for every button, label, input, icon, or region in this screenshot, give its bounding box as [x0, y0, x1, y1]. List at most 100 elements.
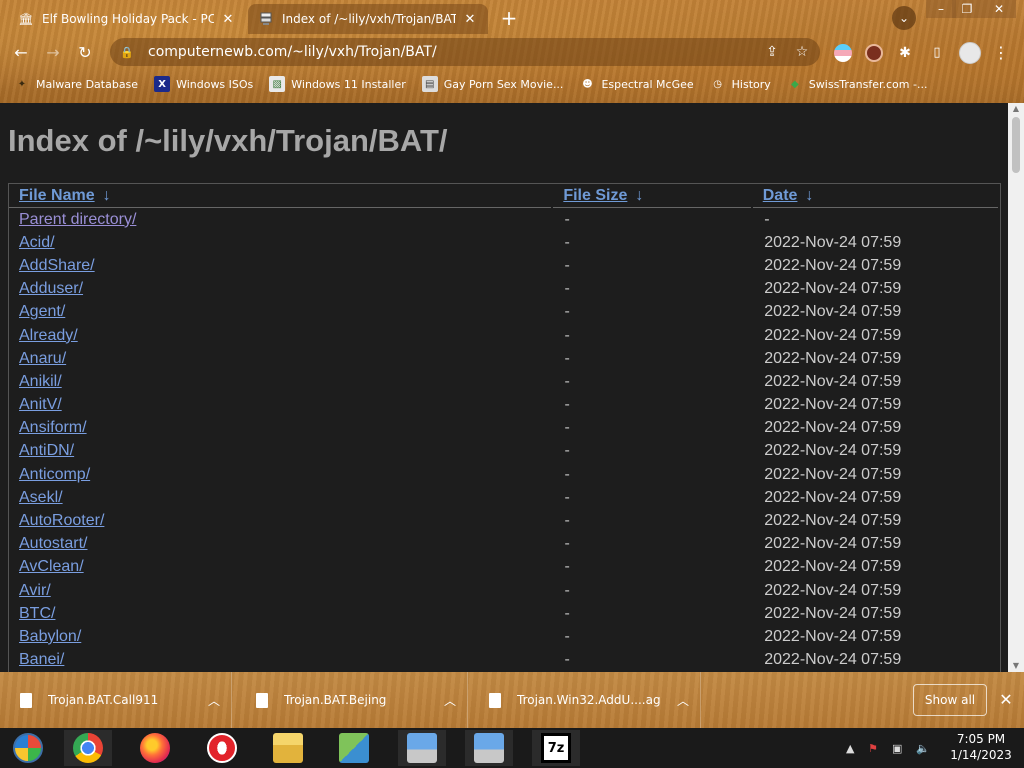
bookmark-windows-isos[interactable]: X Windows ISOs [154, 76, 253, 92]
column-header-file-name[interactable]: File Name ↓ [9, 184, 552, 208]
download-item[interactable]: Trojan.BAT.Bejing ︿ [236, 672, 468, 728]
system-clock[interactable]: 7:05 PM 1/14/2023 [942, 731, 1020, 763]
directory-link[interactable]: Anikil/ [9, 373, 552, 391]
directory-link[interactable]: Anticomp/ [9, 466, 552, 484]
directory-link[interactable]: Acid/ [9, 234, 552, 252]
download-filename[interactable]: Trojan.Win32.AddU....ag [517, 693, 666, 707]
file-size-cell: - [564, 604, 570, 622]
directory-link[interactable]: AntiDN/ [9, 442, 552, 460]
extension-avatar-icon[interactable] [865, 44, 883, 62]
directory-link[interactable]: AnitV/ [9, 396, 552, 414]
start-button[interactable] [4, 730, 52, 766]
taskbar-chrome[interactable] [64, 730, 112, 766]
directory-link[interactable]: Agent/ [9, 303, 552, 321]
download-filename[interactable]: Trojan.BAT.Bejing [284, 693, 433, 707]
bookmark-gay-porn-sex-movie[interactable]: ▤ Gay Porn Sex Movie... [421, 76, 563, 92]
bookmark-malware-database[interactable]: ✦ Malware Database [14, 76, 138, 92]
chevron-up-icon[interactable]: ︿ [433, 692, 467, 709]
taskbar-firefox[interactable] [131, 730, 179, 766]
sort-arrow-icon[interactable]: ↓ [103, 184, 111, 207]
download-item[interactable]: Trojan.BAT.Call911 ︿ [0, 672, 232, 728]
table-row: Already/- 2022-Nov-24 07:59 [9, 324, 1000, 347]
download-item[interactable]: Trojan.Win32.AddU....ag ︿ [469, 672, 701, 728]
scroll-up-icon[interactable]: ▲ [1008, 103, 1024, 115]
show-all-button[interactable]: Show all [913, 684, 987, 716]
scrollbar-thumb[interactable] [1012, 117, 1020, 173]
firefox-icon [140, 733, 170, 763]
tab-elf-bowling[interactable]: 🏛 Elf Bowling Holiday Pack - PC gam ✕ [8, 4, 246, 34]
side-panel-icon[interactable]: ▯ [926, 42, 948, 64]
directory-link[interactable]: AddShare/ [9, 257, 552, 275]
extensions-puzzle-icon[interactable]: ✱ [894, 42, 916, 64]
column-header-date[interactable]: Date ↓ [752, 184, 998, 208]
tab-index-of[interactable]: Index of /~lily/vxh/Trojan/BAT/ ✕ [248, 4, 488, 34]
taskbar-installer-1[interactable] [398, 730, 446, 766]
back-button[interactable]: ← [10, 42, 32, 64]
taskbar-file-explorer[interactable] [264, 730, 312, 766]
table-header: File Name ↓ File Size ↓ Date ↓ [9, 184, 1000, 208]
directory-link[interactable]: AutoRooter/ [9, 512, 552, 530]
date-cell: 2022-Nov-24 07:59 [764, 512, 902, 530]
bookmark-swisstransfer[interactable]: ◆ SwissTransfer.com -... [787, 76, 928, 92]
directory-link[interactable]: Asekl/ [9, 489, 552, 507]
action-center-flag-icon[interactable]: ⚑ [868, 728, 878, 768]
malware-icon: ✦ [17, 78, 27, 90]
vertical-scrollbar[interactable]: ▲ ▼ [1008, 103, 1024, 672]
chevron-up-icon[interactable]: ︿ [197, 692, 231, 709]
directory-link[interactable]: Babylon/ [9, 628, 552, 646]
directory-link[interactable]: Anaru/ [9, 350, 552, 368]
taskbar-7zip[interactable]: 7z [532, 730, 580, 766]
close-window-button[interactable]: ✕ [982, 0, 1016, 18]
date-cell: 2022-Nov-24 07:59 [764, 280, 902, 298]
directory-link[interactable]: AvClean/ [9, 558, 552, 576]
volume-icon[interactable]: 🔈 [916, 728, 930, 768]
date-cell: - [764, 210, 770, 228]
column-header-file-size[interactable]: File Size ↓ [553, 184, 751, 208]
scroll-down-icon[interactable]: ▼ [1008, 660, 1024, 672]
date-cell: 2022-Nov-24 07:59 [764, 349, 902, 367]
bookmark-history[interactable]: ◷ History [710, 76, 771, 92]
sort-arrow-icon[interactable]: ↓ [805, 184, 813, 207]
bookmark-star-icon[interactable]: ☆ [790, 44, 814, 60]
table-row: Anaru/- 2022-Nov-24 07:59 [9, 347, 1000, 370]
tab-search-button[interactable]: ⌄ [892, 6, 916, 30]
sort-arrow-icon[interactable]: ↓ [635, 184, 643, 207]
directory-link[interactable]: Adduser/ [9, 280, 552, 298]
table-row: Adduser/- 2022-Nov-24 07:59 [9, 278, 1000, 301]
reload-button[interactable]: ↻ [74, 42, 96, 64]
address-bar[interactable]: 🔒 computernewb.com/~lily/vxh/Trojan/BAT/… [110, 38, 820, 66]
new-tab-button[interactable]: + [498, 8, 520, 30]
page-content: Index of /~lily/vxh/Trojan/BAT/ File Nam… [0, 103, 1008, 672]
date-cell: 2022-Nov-24 07:59 [764, 233, 902, 251]
profile-avatar-icon[interactable] [959, 42, 981, 64]
tab-close-icon[interactable]: ✕ [220, 12, 236, 27]
directory-link[interactable]: Avir/ [9, 582, 552, 600]
date-cell: 2022-Nov-24 07:59 [764, 372, 902, 390]
share-icon[interactable]: ⇪ [760, 44, 784, 60]
directory-link[interactable]: Already/ [9, 327, 552, 345]
lock-icon[interactable]: 🔒 [120, 46, 136, 59]
taskbar-opera[interactable] [198, 730, 246, 766]
maximize-button[interactable]: ❐ [952, 0, 982, 18]
forward-button[interactable]: → [42, 42, 64, 64]
directory-link[interactable]: Autostart/ [9, 535, 552, 553]
directory-link[interactable]: Banei/ [9, 651, 552, 669]
network-tray-icon[interactable]: ▣ [892, 728, 902, 768]
extension-flag-icon[interactable] [834, 44, 852, 62]
directory-link[interactable]: BTC/ [9, 605, 552, 623]
menu-kebab-icon[interactable]: ⋮ [990, 42, 1012, 64]
file-size-cell: - [564, 303, 570, 321]
url-text[interactable]: computernewb.com/~lily/vxh/Trojan/BAT/ [148, 44, 760, 60]
chevron-up-icon[interactable]: ︿ [666, 692, 700, 709]
taskbar-network[interactable] [330, 730, 378, 766]
bookmark-espectral-mcgee[interactable]: ☻ Espectral McGee [579, 76, 693, 92]
tab-close-icon[interactable]: ✕ [462, 12, 478, 27]
parent-directory-link[interactable]: Parent directory/ [9, 211, 552, 229]
table-body: Parent directory/ - - Acid/ - 2022-Nov-24 07:… [9, 208, 1000, 672]
close-shelf-icon[interactable]: ✕ [996, 690, 1016, 710]
bookmark-windows-11-installer[interactable]: ▧ Windows 11 Installer [269, 76, 406, 92]
download-filename[interactable]: Trojan.BAT.Call911 [48, 693, 197, 707]
show-hidden-icons[interactable]: ▲ [846, 728, 854, 768]
directory-link[interactable]: Ansiform/ [9, 419, 552, 437]
taskbar-installer-2[interactable] [465, 730, 513, 766]
